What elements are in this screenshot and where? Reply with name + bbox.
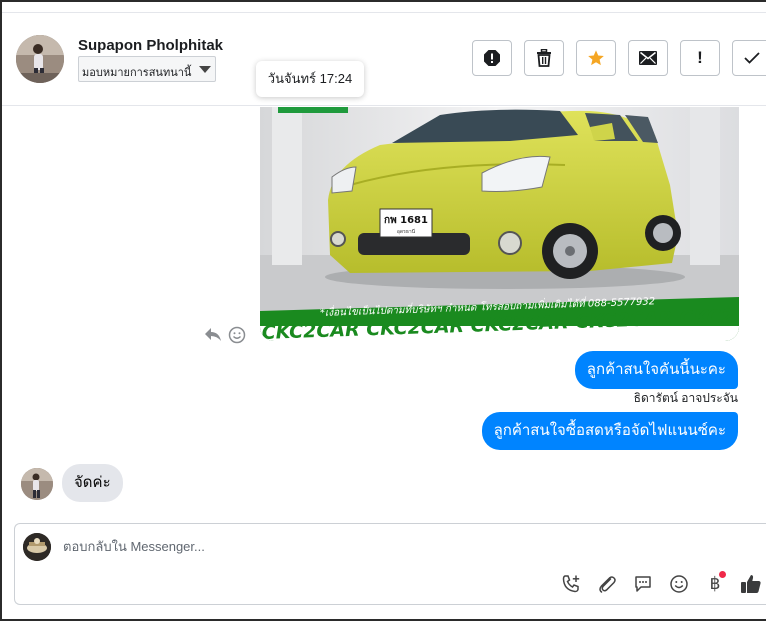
incoming-message[interactable]: จัดค่ะ: [62, 464, 123, 502]
contact-avatar-small[interactable]: [21, 468, 53, 500]
exclamation-icon: !: [697, 48, 703, 67]
message-thread[interactable]: กพ 1681 อุดรธานี *เงื่อนไขเป็นไปตามที่บร…: [2, 107, 766, 519]
assign-conversation-dropdown[interactable]: มอบหมายการสนทนานี้: [78, 56, 216, 82]
message-reactions: [204, 326, 246, 344]
follow-up-button[interactable]: !: [680, 40, 720, 76]
mark-unread-button[interactable]: [628, 40, 668, 76]
thumbs-up-icon[interactable]: [739, 572, 763, 596]
outgoing-message[interactable]: ลูกค้าสนใจซื้อสดหรือจัดไฟแนนซ์คะ: [481, 412, 738, 450]
delete-button[interactable]: [524, 40, 564, 76]
notification-dot: [719, 571, 726, 578]
car-photo: กพ 1681 อุดรธานี *เงื่อนไขเป็นไปตามที่บร…: [260, 107, 739, 341]
car-photo-message[interactable]: กพ 1681 อุดรธานี *เงื่อนไขเป็นไปตามที่บร…: [260, 107, 739, 341]
contact-avatar[interactable]: [16, 35, 64, 83]
assign-label: มอบหมายการสนทนานี้: [82, 67, 192, 79]
composer-toolbar: ฿: [559, 571, 763, 596]
checkmark-icon: [744, 52, 760, 64]
chevron-down-icon: [199, 66, 211, 73]
envelope-icon: [639, 51, 657, 65]
reply-input[interactable]: [63, 539, 663, 554]
timestamp-tooltip: วันจันทร์ 17:24: [256, 61, 364, 97]
alert-octagon-icon: [484, 50, 500, 66]
emoji-reaction-icon[interactable]: [228, 326, 246, 344]
trash-icon: [537, 49, 551, 67]
paperclip-icon[interactable]: [595, 572, 619, 596]
baht-symbol: ฿: [709, 574, 721, 593]
conversation-header: Supapon Pholphitak มอบหมายการสนทนานี้ !: [2, 12, 766, 106]
chat-bubble-icon[interactable]: [631, 572, 655, 596]
outgoing-message[interactable]: ลูกค้าสนใจคันนี้นะคะ: [574, 351, 738, 389]
done-button[interactable]: [732, 40, 766, 76]
license-plate-province: อุดรธานี: [397, 228, 416, 235]
spam-button[interactable]: [472, 40, 512, 76]
emoji-icon[interactable]: [667, 572, 691, 596]
conversation-actions: !: [472, 40, 766, 76]
baht-icon[interactable]: ฿: [703, 571, 727, 596]
page-avatar: [23, 533, 51, 561]
reply-composer: ฿: [14, 523, 766, 605]
reply-icon[interactable]: [204, 326, 222, 342]
license-plate-number: กพ 1681: [384, 215, 428, 226]
sender-name: ธิดารัตน์ อาจประจัน: [633, 391, 738, 405]
contact-name[interactable]: Supapon Pholphitak: [78, 37, 223, 54]
star-icon: [588, 50, 604, 66]
call-add-icon[interactable]: [559, 572, 583, 596]
star-button[interactable]: [576, 40, 616, 76]
